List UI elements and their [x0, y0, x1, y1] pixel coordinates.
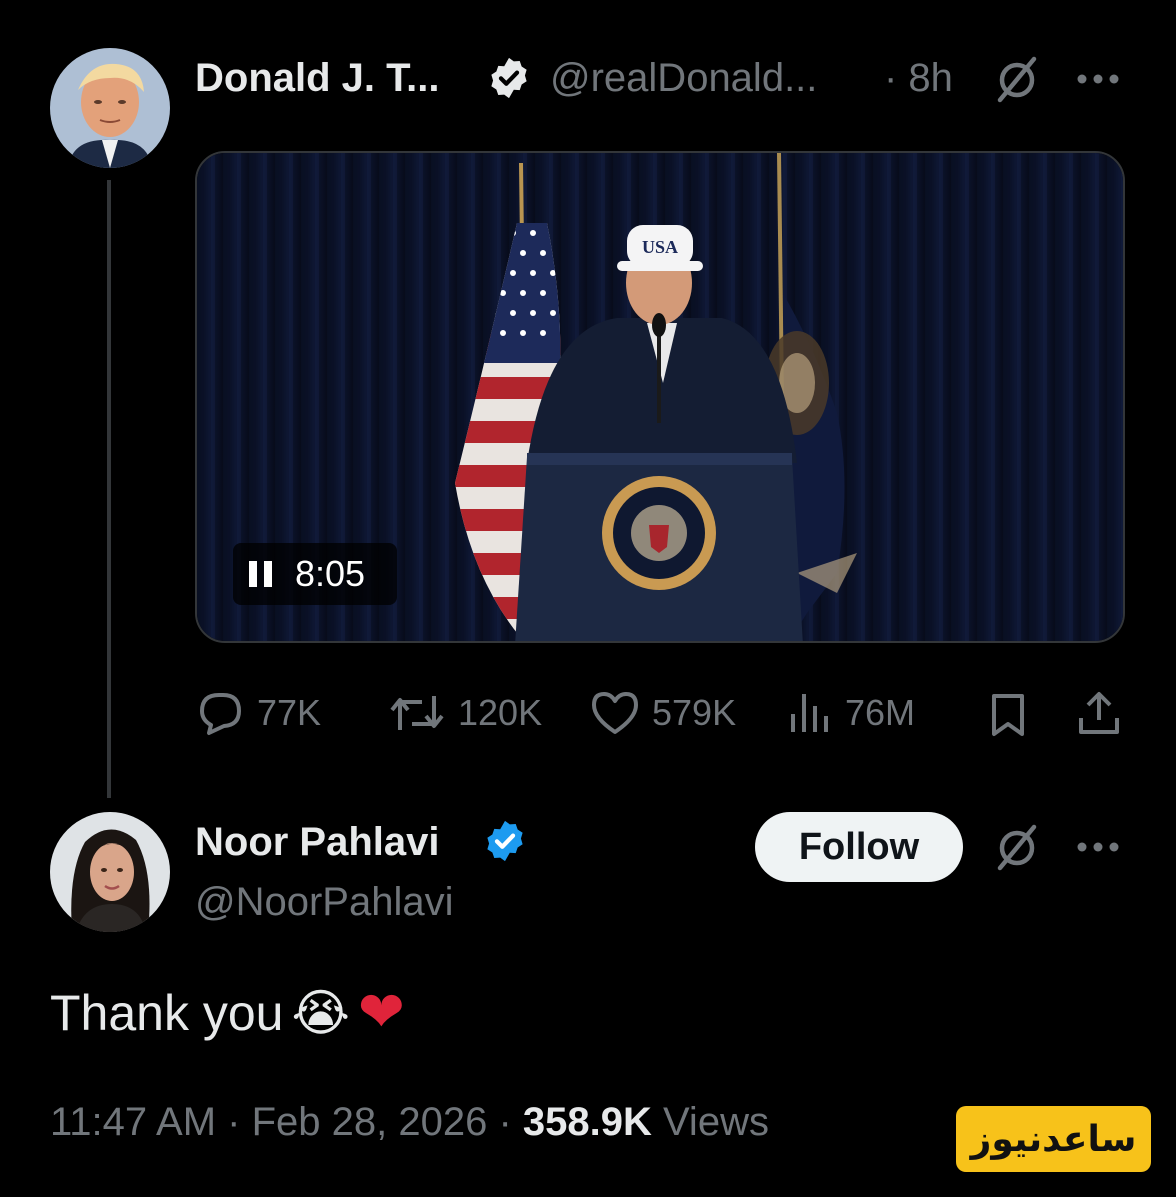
video-player[interactable]: USA 8:05 [195, 151, 1125, 643]
watermark-logo: ساعدنیوز [956, 1106, 1151, 1172]
video-time-label: 8:05 [295, 553, 366, 594]
author-handle[interactable]: @realDonald... [550, 56, 817, 101]
bookmark-icon[interactable] [984, 690, 1032, 740]
reply-author-name[interactable]: Noor Pahlavi [195, 820, 440, 865]
tweet-metadata: 11:47 AM · Feb 28, 2026 · 358.9K Views [50, 1100, 769, 1145]
avatar-main-tweet[interactable] [50, 48, 170, 168]
like-count: 579K [652, 692, 737, 733]
pause-icon[interactable] [247, 559, 275, 589]
reply-author-handle[interactable]: @NoorPahlavi [195, 880, 454, 925]
avatar-reply-tweet[interactable] [50, 812, 170, 932]
like-button[interactable]: 579K [590, 690, 736, 736]
heart-icon [592, 692, 638, 734]
verified-icon [486, 55, 532, 106]
reply-icon [200, 693, 241, 735]
reply-text-content: Thank you [50, 984, 284, 1041]
more-options-icon[interactable] [1074, 830, 1122, 864]
reply-button[interactable]: 77K [197, 690, 321, 736]
video-timer: 8:05 [233, 543, 397, 605]
grok-icon[interactable] [990, 820, 1044, 874]
reply-text: Thank you 😭 ❤ [50, 980, 405, 1045]
author-name[interactable]: Donald J. T... [195, 56, 439, 101]
thread-line [107, 180, 111, 798]
follow-button[interactable]: Follow [755, 812, 963, 882]
repost-button[interactable]: 120K [388, 690, 542, 736]
red-heart-emoji: ❤ [357, 980, 405, 1045]
repost-icon [390, 696, 444, 730]
views-label: Views [651, 1100, 769, 1144]
repost-count: 120K [458, 692, 543, 733]
crying-emoji: 😭 [291, 983, 350, 1042]
views-total: 358.9K [522, 1100, 652, 1144]
cap-text: USA [642, 237, 678, 257]
share-icon[interactable] [1074, 688, 1124, 738]
views-button[interactable]: 76M [787, 690, 915, 736]
verified-icon [482, 818, 528, 869]
views-icon [791, 694, 828, 732]
views-count: 76M [845, 692, 916, 733]
post-time[interactable]: · 8h [884, 56, 953, 101]
grok-icon[interactable] [990, 52, 1044, 106]
reply-count: 77K [257, 692, 322, 733]
timestamp[interactable]: 11:47 AM · Feb 28, 2026 · [50, 1100, 523, 1144]
more-options-icon[interactable] [1074, 62, 1122, 96]
